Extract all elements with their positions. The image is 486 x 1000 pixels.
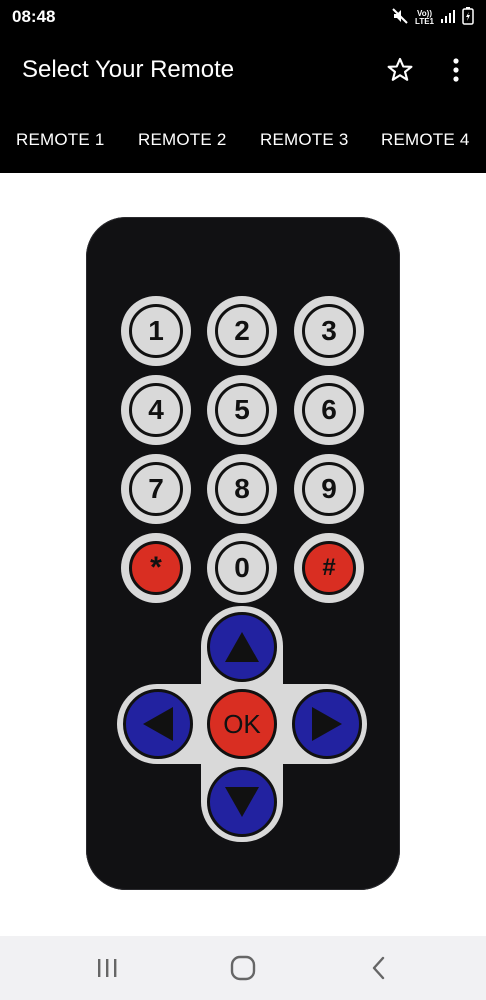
- more-options-button[interactable]: [444, 54, 468, 86]
- key-7-label: 7: [129, 462, 183, 516]
- arrow-right-icon: [312, 707, 342, 741]
- down-button[interactable]: [207, 767, 277, 837]
- recent-apps-icon: [98, 959, 117, 977]
- page-title: Select Your Remote: [22, 56, 235, 83]
- key-9-button[interactable]: 9: [294, 454, 364, 524]
- tab-remote-4[interactable]: REMOTE 4: [381, 130, 470, 150]
- ok-button[interactable]: OK: [207, 689, 277, 759]
- system-nav-bar: [0, 936, 486, 1000]
- volte-indicator: Vo)) LTE1: [415, 10, 434, 26]
- lte-label: LTE1: [415, 17, 434, 26]
- key-4-label: 4: [129, 383, 183, 437]
- star-outline-icon: [387, 57, 413, 81]
- ok-label: OK: [223, 708, 261, 739]
- remote-tabs: REMOTE 1 REMOTE 2 REMOTE 3 REMOTE 4: [0, 108, 486, 173]
- key-8-button[interactable]: 8: [207, 454, 277, 524]
- key-2-label: 2: [215, 304, 269, 358]
- key-hash-button[interactable]: #: [294, 533, 364, 603]
- key-1-button[interactable]: 1: [121, 296, 191, 366]
- status-bar: 08:48 Vo)) LTE1: [0, 0, 486, 36]
- battery-icon: [462, 6, 474, 30]
- home-icon: [230, 955, 256, 981]
- home-button[interactable]: [227, 952, 259, 984]
- key-4-button[interactable]: 4: [121, 375, 191, 445]
- key-star-label: *: [129, 541, 183, 595]
- key-star-button[interactable]: *: [121, 533, 191, 603]
- status-time: 08:48: [12, 7, 56, 26]
- arrow-down-icon: [225, 787, 259, 817]
- more-vert-icon: [453, 58, 459, 82]
- tab-remote-1[interactable]: REMOTE 1: [16, 130, 105, 150]
- recent-apps-button[interactable]: [91, 952, 123, 984]
- favorite-button[interactable]: [384, 54, 416, 86]
- key-1-label: 1: [129, 304, 183, 358]
- key-0-button[interactable]: 0: [207, 533, 277, 603]
- status-icons: Vo)) LTE1: [391, 6, 474, 30]
- key-6-button[interactable]: 6: [294, 375, 364, 445]
- tab-remote-3[interactable]: REMOTE 3: [260, 130, 349, 150]
- key-3-label: 3: [302, 304, 356, 358]
- back-button[interactable]: [363, 952, 395, 984]
- key-2-button[interactable]: 2: [207, 296, 277, 366]
- app-bar: Select Your Remote: [0, 36, 486, 108]
- key-5-label: 5: [215, 383, 269, 437]
- back-icon: [372, 956, 385, 980]
- right-button[interactable]: [292, 689, 362, 759]
- left-button[interactable]: [123, 689, 193, 759]
- key-8-label: 8: [215, 462, 269, 516]
- arrow-left-icon: [143, 707, 173, 741]
- key-5-button[interactable]: 5: [207, 375, 277, 445]
- key-9-label: 9: [302, 462, 356, 516]
- key-6-label: 6: [302, 383, 356, 437]
- tab-remote-2[interactable]: REMOTE 2: [138, 130, 227, 150]
- key-hash-label: #: [302, 541, 356, 595]
- key-3-button[interactable]: 3: [294, 296, 364, 366]
- key-0-label: 0: [215, 541, 269, 595]
- arrow-up-icon: [225, 632, 259, 662]
- signal-icon: [440, 8, 456, 29]
- mute-icon: [391, 7, 409, 30]
- key-7-button[interactable]: 7: [121, 454, 191, 524]
- up-button[interactable]: [207, 612, 277, 682]
